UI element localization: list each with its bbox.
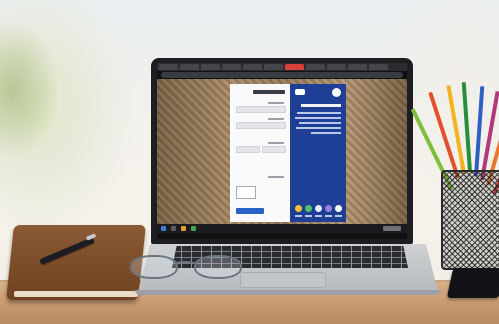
app-icon[interactable] — [315, 205, 322, 212]
captcha-label — [268, 142, 284, 144]
app-icon[interactable] — [325, 205, 332, 212]
system-tray[interactable] — [383, 226, 401, 231]
password-field[interactable] — [236, 122, 286, 129]
desk-scene — [0, 0, 499, 324]
login-page — [157, 79, 407, 224]
form-title — [253, 90, 285, 94]
password-label — [268, 118, 284, 120]
app-icon[interactable] — [305, 205, 312, 212]
username-label — [268, 102, 284, 104]
glasses-bridge — [174, 261, 196, 266]
app-icon-label — [305, 215, 312, 217]
glasses — [130, 255, 242, 279]
app-icon-label — [335, 215, 342, 217]
start-icon[interactable] — [161, 226, 166, 231]
info-panel — [290, 84, 346, 222]
laptop-screen — [157, 63, 407, 239]
captcha-image-label — [268, 176, 284, 178]
info-text-line — [297, 112, 341, 114]
login-button[interactable] — [236, 208, 264, 214]
username-field[interactable] — [236, 106, 286, 113]
browser-tab-active[interactable] — [285, 64, 304, 70]
info-text-line — [311, 132, 341, 134]
app-icon-label — [325, 215, 332, 217]
pencil-cup — [441, 170, 499, 270]
glasses-lens-right — [194, 255, 242, 279]
browser-tab[interactable] — [243, 64, 262, 70]
browser-tab[interactable] — [222, 64, 241, 70]
info-text-line — [296, 127, 341, 129]
app-icon-label — [295, 215, 302, 217]
login-form — [230, 84, 290, 222]
os-taskbar — [157, 224, 407, 233]
browser-tab[interactable] — [264, 64, 283, 70]
browser-tab[interactable] — [327, 64, 346, 70]
browser-tab[interactable] — [348, 64, 367, 70]
smartphone — [446, 268, 499, 298]
browser-tab-strip — [157, 63, 407, 71]
brand-logo — [295, 89, 305, 95]
info-text-line — [295, 117, 341, 119]
app-icon[interactable] — [335, 205, 342, 212]
touchpad — [240, 272, 326, 288]
captcha-image — [236, 186, 256, 199]
info-heading — [301, 104, 341, 107]
app-icon[interactable] — [295, 205, 302, 212]
browser-tab[interactable] — [201, 64, 220, 70]
emblem-icon — [332, 88, 341, 97]
captcha-field-2[interactable] — [262, 146, 286, 153]
taskbar-app-icon[interactable] — [181, 226, 186, 231]
captcha-field[interactable] — [236, 146, 260, 153]
browser-tab[interactable] — [369, 64, 388, 70]
glasses-lens-left — [130, 255, 178, 279]
browser-tab[interactable] — [306, 64, 325, 70]
laptop-front-edge — [135, 290, 441, 295]
app-icon-label — [315, 215, 322, 217]
notebook-pages — [14, 291, 138, 297]
taskbar-app-icon[interactable] — [191, 226, 196, 231]
notebook — [6, 225, 146, 300]
address-bar[interactable] — [161, 72, 403, 78]
browser-tab[interactable] — [180, 64, 199, 70]
info-text-line — [299, 122, 341, 124]
taskbar-app-icon[interactable] — [171, 226, 176, 231]
background-plant — [0, 20, 60, 160]
browser-tab[interactable] — [159, 64, 178, 70]
